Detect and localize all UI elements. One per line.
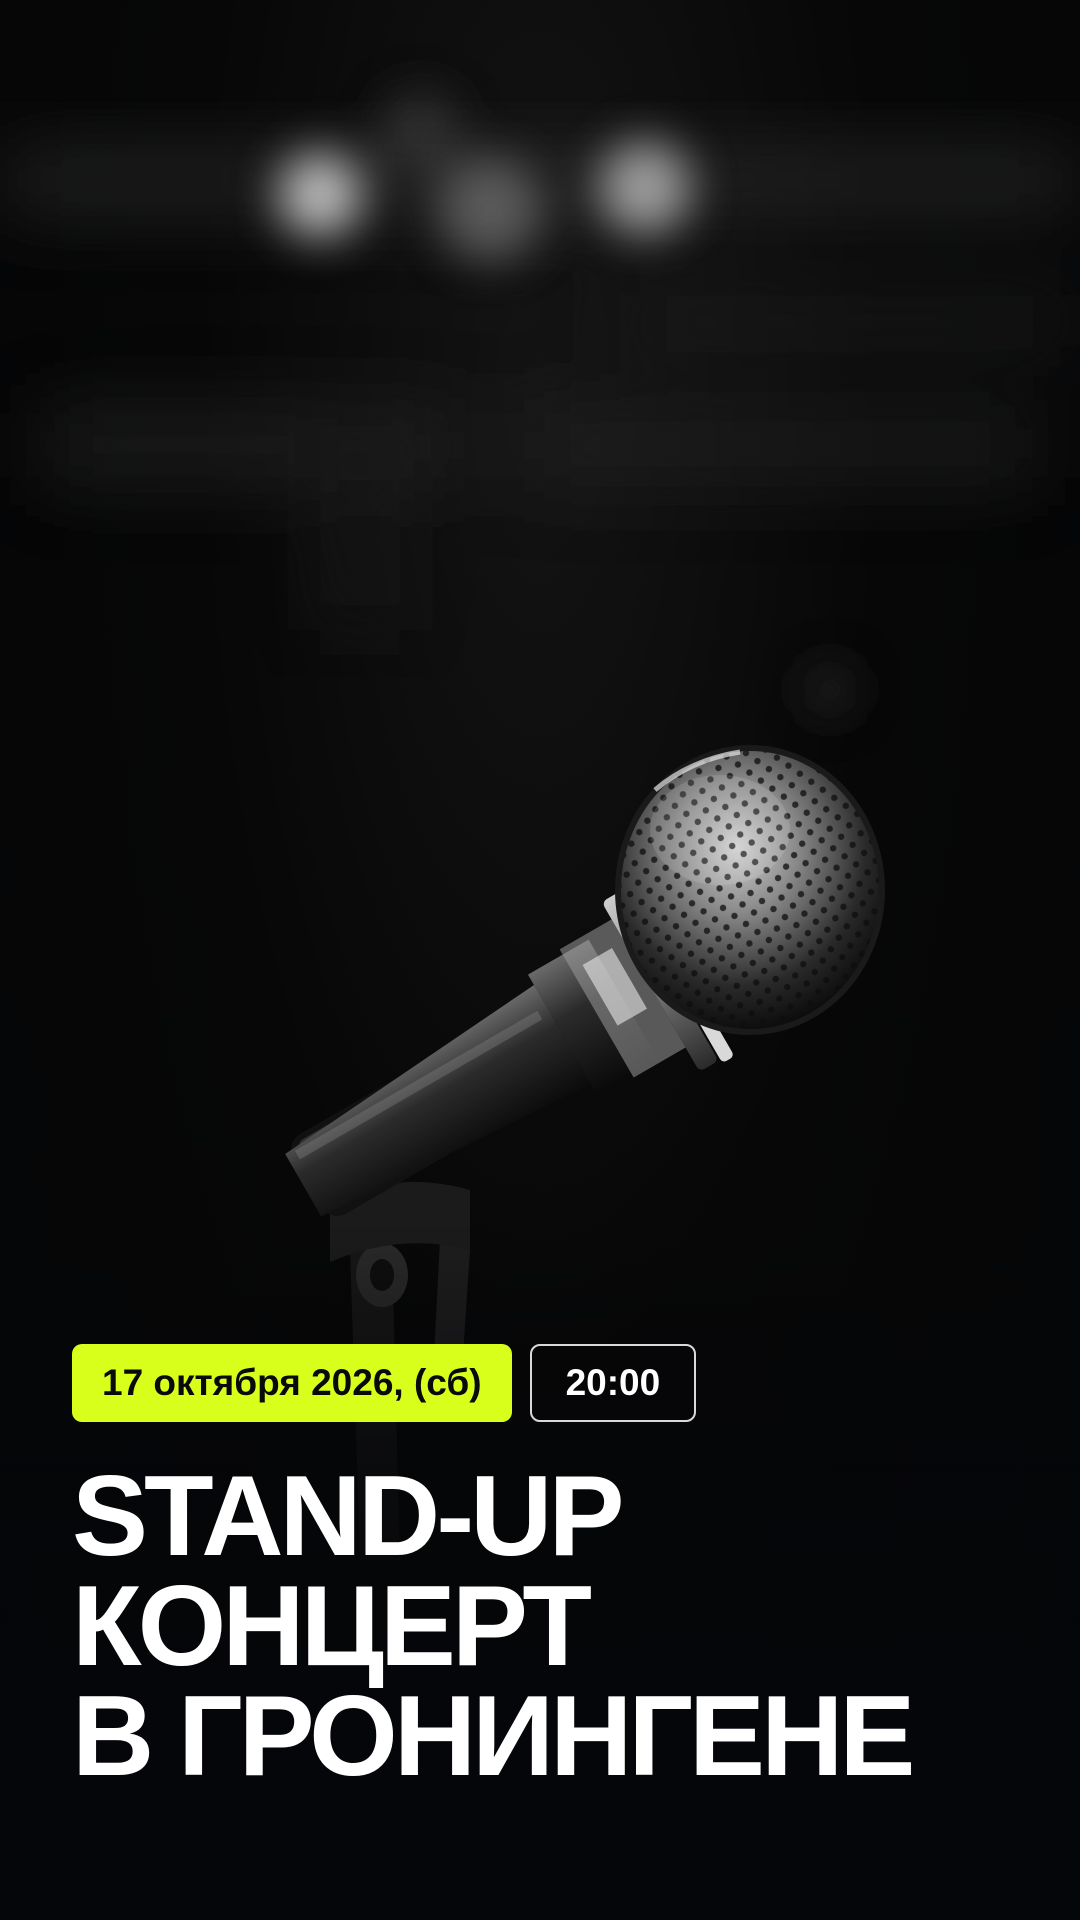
event-title-line: STAND-UP <box>72 1453 625 1580</box>
event-title: STAND-UP КОНЦЕРТ В ГРОНИНГЕНЕ <box>72 1453 915 1800</box>
event-title-line: КОНЦЕРТ <box>72 1563 592 1690</box>
event-poster: 17 октября 2026, (сб) 20:00 STAND-UP КОН… <box>0 0 1080 1920</box>
event-badges: 17 октября 2026, (сб) 20:00 <box>72 1344 697 1422</box>
event-date-badge: 17 октября 2026, (сб) <box>72 1344 512 1422</box>
event-time-badge: 20:00 <box>529 1344 697 1422</box>
event-title-line: В ГРОНИНГЕНЕ <box>72 1673 915 1800</box>
